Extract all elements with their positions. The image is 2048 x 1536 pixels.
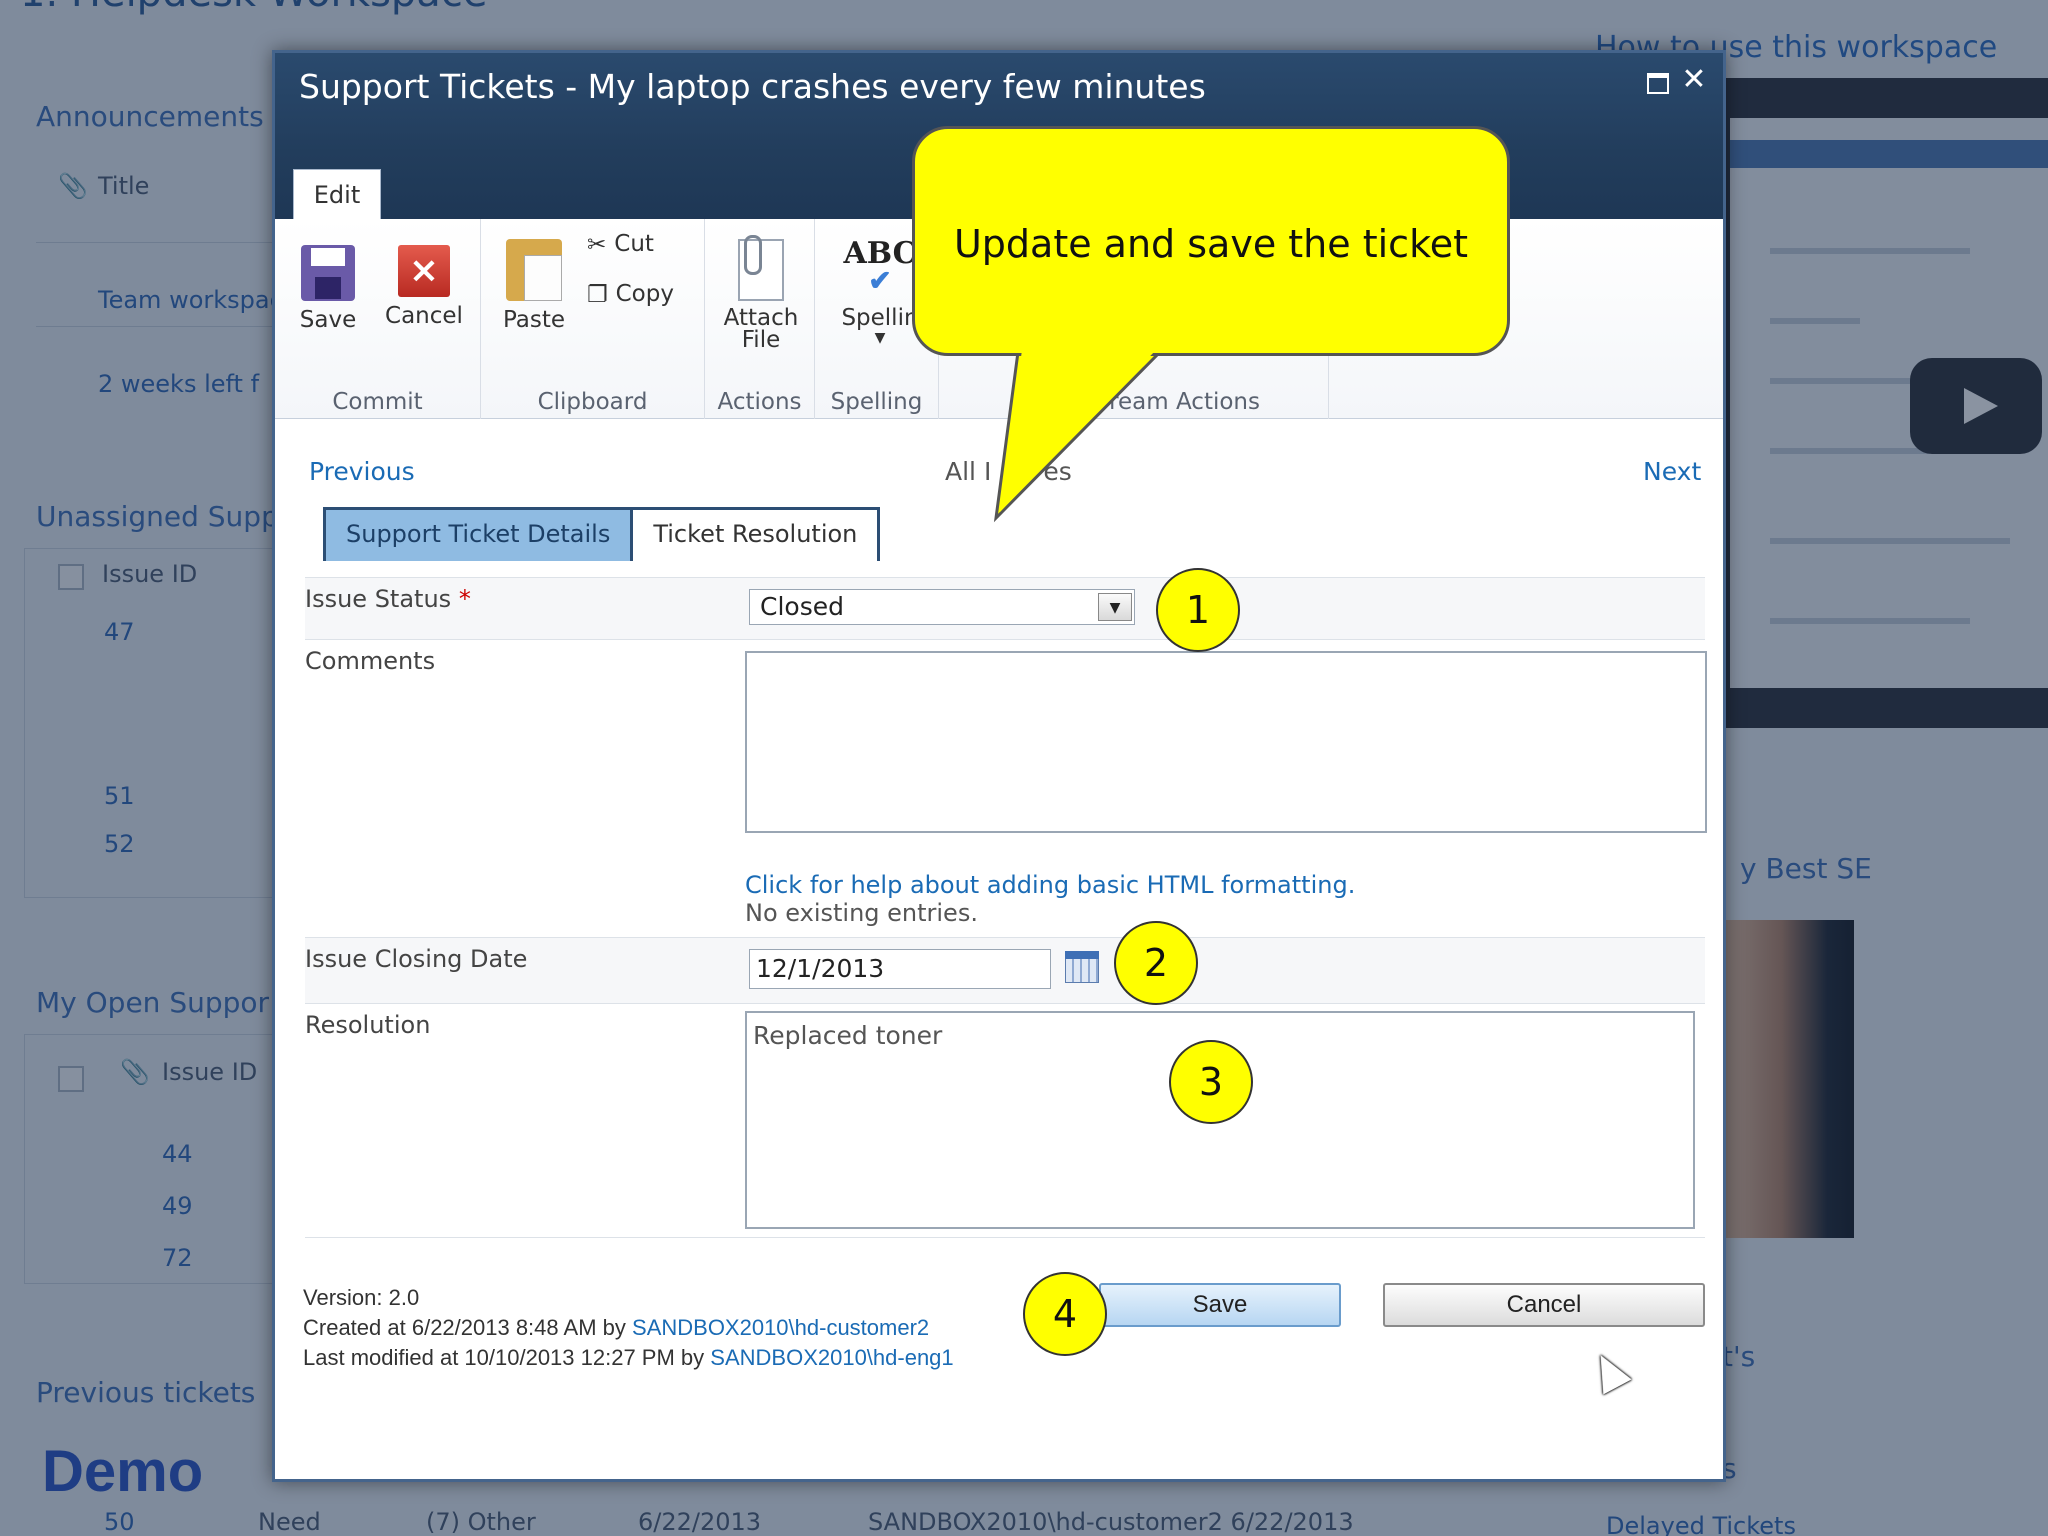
resolution-label: Resolution [305, 1011, 431, 1039]
cancel-button[interactable]: Cancel [1383, 1283, 1705, 1327]
ribbon-attach-label-2: File [741, 327, 781, 353]
issue-status-select[interactable]: Closed ▼ [749, 589, 1135, 625]
step-marker-4: 4 [1023, 1272, 1107, 1356]
clipboard-paste-icon [506, 239, 562, 301]
required-marker: * [458, 585, 471, 613]
ribbon-save-button[interactable]: Save [293, 245, 363, 333]
group-label-workflow: ream Actions [1109, 389, 1260, 415]
ribbon-cut-button[interactable]: ✂ Cut [587, 231, 654, 258]
ribbon-copy-button[interactable]: ❐ Copy [587, 281, 674, 308]
maximize-icon[interactable] [1641, 65, 1671, 95]
ribbon-attach-file-button[interactable]: Attach File [719, 235, 803, 353]
step-marker-2: 2 [1114, 921, 1198, 1005]
save-button[interactable]: Save [1099, 1283, 1341, 1327]
group-label-clipboard: Clipboard [537, 389, 648, 415]
ribbon-paste-button[interactable]: Paste [499, 239, 569, 333]
issue-status-label-text: Issue Status [305, 585, 452, 613]
scissors-icon: ✂ [587, 231, 607, 258]
ribbon-group-commit: Save × Cancel Commit [275, 219, 481, 419]
paperclip-icon [738, 235, 784, 301]
chevron-down-icon[interactable]: ▼ [1098, 593, 1132, 621]
cancel-x-icon: × [398, 245, 450, 297]
ribbon-save-label: Save [299, 307, 357, 333]
issue-status-value: Closed [760, 592, 844, 621]
demo-label: Demo [42, 1439, 204, 1504]
issue-status-label: Issue Status * [305, 585, 471, 613]
ribbon-cut-label: Cut [614, 231, 654, 257]
divider [305, 1237, 1705, 1238]
comments-textarea[interactable] [745, 651, 1707, 833]
modified-by-link[interactable]: SANDBOX2010\hd-eng1 [710, 1345, 953, 1370]
ribbon-spelling-label: Spellin [841, 305, 919, 331]
closing-date-input[interactable]: 12/1/2013 [749, 949, 1051, 989]
no-existing-entries: No existing entries. [745, 899, 978, 927]
tab-support-ticket-details[interactable]: Support Ticket Details [326, 510, 634, 561]
copy-icon: ❐ [587, 281, 608, 308]
all-issues-label-tail: es [1043, 457, 1072, 486]
close-icon[interactable]: ✕ [1679, 65, 1709, 95]
form-tabs: Support Ticket Details Ticket Resolution [323, 507, 881, 561]
ribbon-cancel-button[interactable]: × Cancel [379, 245, 469, 329]
ribbon-cancel-label: Cancel [385, 303, 463, 329]
callout-bubble: Update and save the ticket [912, 126, 1510, 356]
group-label-spelling: Spelling [830, 389, 923, 415]
all-issues-label: All I [945, 457, 992, 486]
tab-ticket-resolution[interactable]: Ticket Resolution [633, 510, 878, 561]
next-link[interactable]: Next [1643, 457, 1701, 486]
all-issues-link[interactable]: All I es [945, 457, 1072, 486]
comments-label: Comments [305, 647, 436, 675]
closing-date-label: Issue Closing Date [305, 945, 528, 973]
step-marker-3: 3 [1169, 1040, 1253, 1124]
step-marker-1: 1 [1156, 568, 1240, 652]
previous-link[interactable]: Previous [309, 457, 415, 486]
calendar-icon[interactable] [1065, 951, 1099, 983]
floppy-disk-icon [301, 245, 355, 301]
ribbon-paste-label: Paste [502, 307, 566, 333]
group-label-actions: Actions [717, 389, 802, 415]
modified-info: Last modified at 10/10/2013 12:27 PM by … [303, 1343, 954, 1373]
created-info: Created at 6/22/2013 8:48 AM by SANDBOX2… [303, 1313, 954, 1343]
created-prefix: Created at 6/22/2013 8:48 AM by [303, 1315, 633, 1340]
ribbon-group-clipboard: Paste ✂ Cut ❐ Copy Clipboard [481, 219, 705, 419]
mouse-cursor-icon [1586, 1347, 1632, 1395]
group-label-commit: Commit [332, 389, 423, 415]
html-formatting-help-link[interactable]: Click for help about adding basic HTML f… [745, 871, 1355, 899]
ribbon-group-actions: Attach File Actions [705, 219, 815, 419]
tab-edit[interactable]: Edit [293, 169, 381, 221]
version-text: Version: 2.0 [303, 1285, 420, 1310]
created-by-link[interactable]: SANDBOX2010\hd-customer2 [632, 1315, 929, 1340]
item-version-info: Version: 2.0 Created at 6/22/2013 8:48 A… [303, 1283, 954, 1373]
modified-prefix: Last modified at 10/10/2013 12:27 PM by [303, 1345, 711, 1370]
ribbon-copy-label: Copy [615, 281, 674, 307]
dialog-title: Support Tickets - My laptop crashes ever… [299, 67, 1206, 106]
